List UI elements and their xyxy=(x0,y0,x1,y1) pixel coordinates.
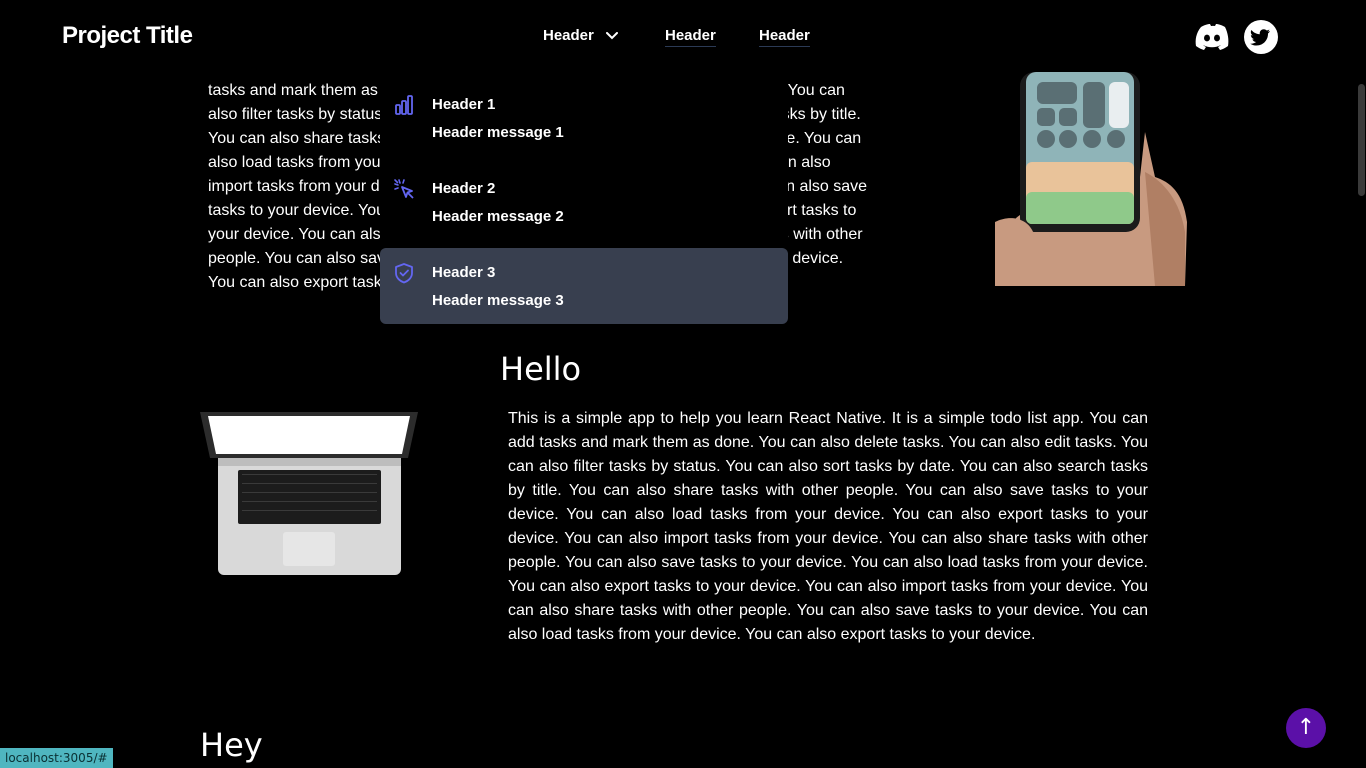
dropdown-item-header-1[interactable]: Header 1 Header message 1 xyxy=(380,80,788,156)
dropdown-item-title: Header 2 xyxy=(432,180,496,197)
scrollbar-thumb[interactable] xyxy=(1358,84,1365,196)
chevron-down-icon xyxy=(606,32,619,40)
dropdown-item-title: Header 1 xyxy=(432,96,496,113)
dropdown-item-message: Header message 1 xyxy=(432,124,564,141)
brand-title[interactable]: Project Title xyxy=(62,22,193,50)
laptop-image xyxy=(200,412,418,575)
nav-link-header-2[interactable]: Header xyxy=(665,27,716,47)
section-heading-hey: Hey xyxy=(200,726,263,764)
section2-paragraph: This is a simple app to help you learn R… xyxy=(508,410,1148,643)
dropdown-item-header-2[interactable]: Header 2 Header message 2 xyxy=(380,164,788,240)
nav-link-header-dropdown[interactable]: Header xyxy=(543,27,619,44)
dropdown-item-message: Header message 2 xyxy=(432,208,564,225)
cursor-click-icon xyxy=(394,179,414,199)
browser-status-url: localhost:3005/# xyxy=(0,748,113,768)
navbar: Project Title Header Header Header xyxy=(0,0,1366,72)
header-dropdown-menu: Header 1 Header message 1 Header 2 Heade… xyxy=(380,80,788,324)
back-to-top-button[interactable]: ↑ xyxy=(1286,708,1326,748)
twitter-icon[interactable] xyxy=(1243,20,1279,54)
dropdown-item-header-3[interactable]: Header 3 Header message 3 xyxy=(380,248,788,324)
phone-in-hand-image xyxy=(995,72,1187,286)
section-heading-hello: Hello xyxy=(500,350,582,388)
nav-link-label: Header xyxy=(543,27,594,44)
bar-chart-icon xyxy=(395,95,413,115)
discord-icon[interactable] xyxy=(1194,20,1230,54)
dropdown-item-message: Header message 3 xyxy=(432,292,564,309)
shield-check-icon xyxy=(395,263,413,284)
dropdown-item-title: Header 3 xyxy=(432,264,496,281)
nav-link-header-3[interactable]: Header xyxy=(759,27,810,47)
